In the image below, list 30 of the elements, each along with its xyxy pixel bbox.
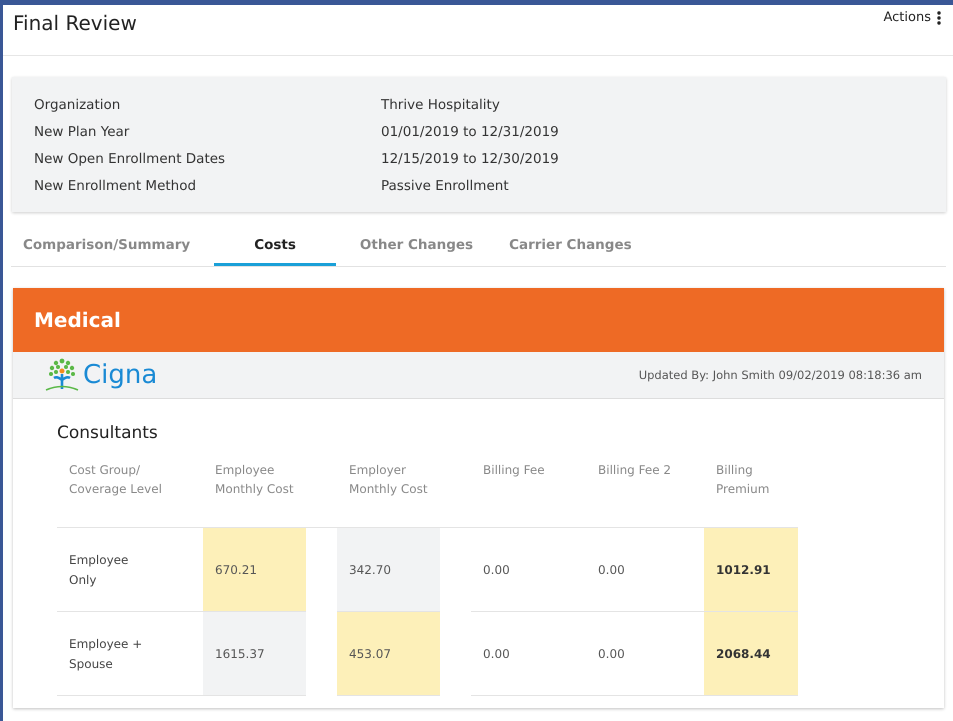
column-header: Billing Fee xyxy=(471,457,586,528)
field-value: 12/15/2019 to 12/30/2019 xyxy=(381,151,560,167)
table-cell: 453.07 xyxy=(337,612,440,696)
field-value: Passive Enrollment xyxy=(381,178,510,194)
section-header: Medical xyxy=(13,288,944,352)
column-header: Cost Group/ Coverage Level xyxy=(57,457,203,528)
carrier-name: Cigna xyxy=(83,360,158,390)
table-cell: 2068.44 xyxy=(704,612,798,696)
field-label: New Enrollment Method xyxy=(34,178,198,194)
column-header: Billing Fee 2 xyxy=(586,457,704,528)
tab[interactable]: Comparison/Summary xyxy=(11,228,202,266)
table-cell: 1012.91 xyxy=(704,528,798,612)
table-cell: 670.21 xyxy=(203,528,306,612)
tab[interactable]: Costs xyxy=(214,228,336,266)
actions-button[interactable]: Actions xyxy=(884,10,941,25)
table-cell: 1615.37 xyxy=(203,612,306,696)
tab[interactable]: Other Changes xyxy=(348,228,486,266)
tab[interactable]: Carrier Changes xyxy=(497,228,644,266)
table-cell: 0.00 xyxy=(471,612,586,696)
page-title: Final Review xyxy=(13,11,137,35)
updated-text: Updated By: John Smith 09/02/2019 08:18:36 am xyxy=(638,368,922,382)
more-icon xyxy=(937,10,941,24)
field-label: New Plan Year xyxy=(34,124,130,140)
table-cell: 0.00 xyxy=(471,528,586,612)
table-cell: 342.70 xyxy=(337,528,440,612)
group-title: Consultants xyxy=(57,423,159,443)
field-label: New Open Enrollment Dates xyxy=(34,151,226,167)
field-value: Thrive Hospitality xyxy=(381,97,501,113)
field-label: Organization xyxy=(34,97,122,113)
field-value: 01/01/2019 to 12/31/2019 xyxy=(381,124,560,140)
